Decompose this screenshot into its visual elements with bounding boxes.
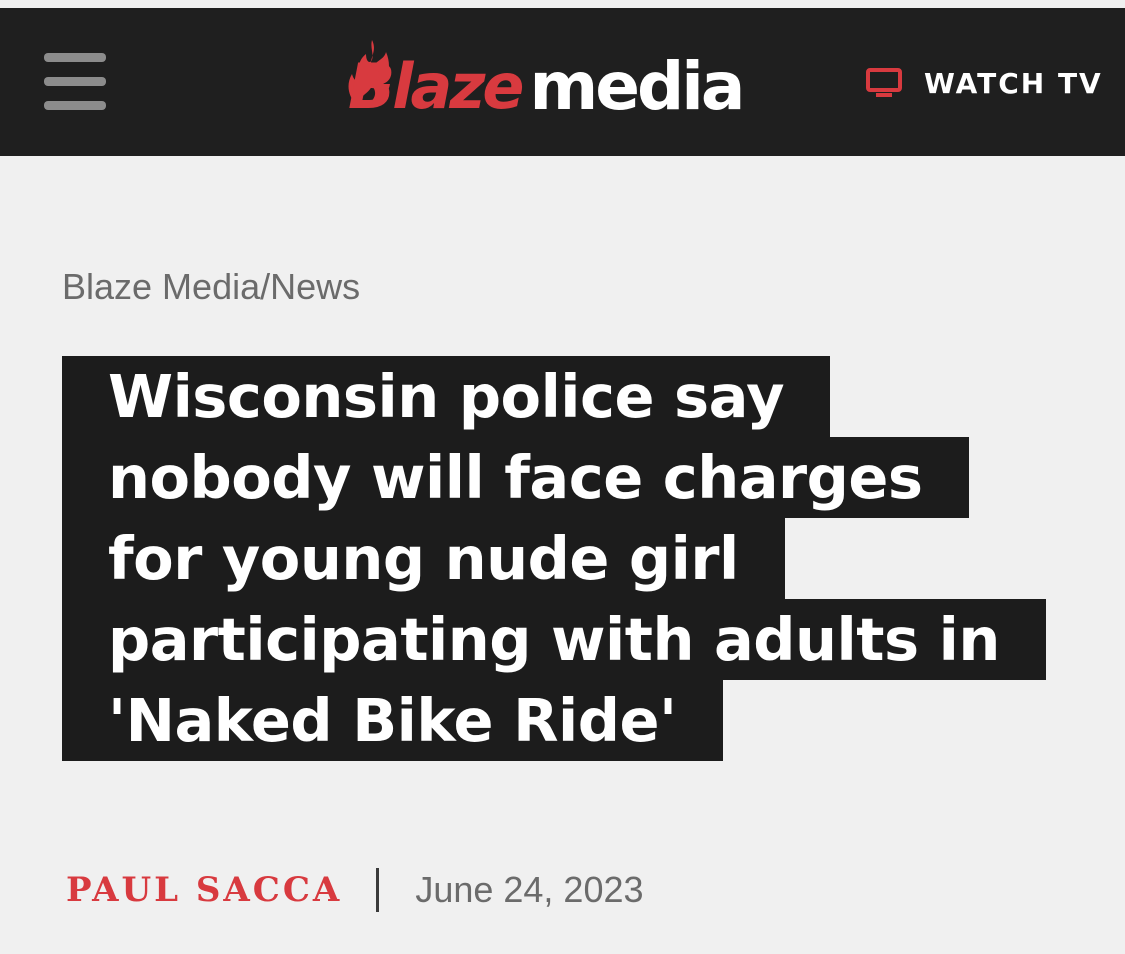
watch-tv-label: WATCH TV xyxy=(924,66,1103,100)
menu-bar-line xyxy=(44,77,106,86)
top-navigation-bar: Blaze media WATCH TV xyxy=(0,8,1125,156)
headline-line: for young nude girl xyxy=(62,518,785,599)
watch-tv-link[interactable]: WATCH TV xyxy=(866,66,1103,100)
article-headline: Wisconsin police say nobody will face ch… xyxy=(62,356,1052,761)
menu-bar-line xyxy=(44,53,106,62)
headline-line: nobody will face charges xyxy=(62,437,969,518)
publish-date: June 24, 2023 xyxy=(415,869,644,910)
byline-divider xyxy=(376,868,380,912)
breadcrumb[interactable]: Blaze Media/News xyxy=(62,266,360,308)
blaze-media-logo[interactable]: Blaze media xyxy=(338,38,745,128)
hamburger-menu-icon[interactable] xyxy=(44,50,106,112)
author-link[interactable]: PAUL SACCA xyxy=(66,870,342,910)
logo-text-media: media xyxy=(529,48,745,125)
article-byline: PAUL SACCA June 24, 2023 xyxy=(66,862,644,918)
headline-line: participating with adults in xyxy=(62,599,1046,680)
headline-line: 'Naked Bike Ride' xyxy=(62,680,723,761)
tv-monitor-icon xyxy=(866,68,902,97)
menu-bar-line xyxy=(44,101,106,110)
headline-line: Wisconsin police say xyxy=(62,356,831,437)
logo-text-blaze: Blaze xyxy=(348,50,524,123)
